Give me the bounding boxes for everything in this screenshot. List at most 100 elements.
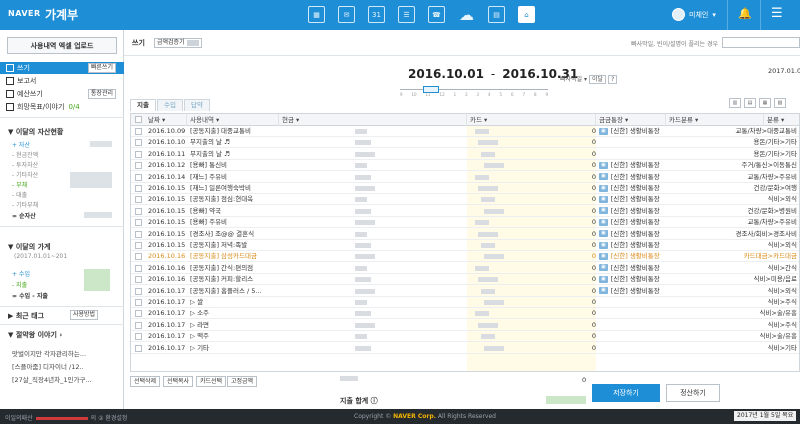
col-desc[interactable]: 사용내역 ▾ bbox=[187, 114, 279, 126]
table-row[interactable]: 2016.10.17 [공동지출] 홈플러스 / 5... 0 ▣ [신한] 생활비통장… bbox=[131, 286, 799, 297]
category-cell[interactable]: 식비>술/유흥 bbox=[661, 331, 799, 342]
table-row[interactable]: 2016.10.11 무지출의 날 ♬ 0 용돈/기타>기타 bbox=[131, 149, 799, 160]
desc-cell[interactable]: ▷ 소주 bbox=[187, 308, 279, 319]
row-checkbox[interactable] bbox=[135, 310, 142, 318]
date-cell[interactable]: 2016.10.16 bbox=[145, 251, 187, 262]
col-date[interactable]: 날짜 ▾ bbox=[145, 114, 187, 126]
category-cell[interactable]: 식비>기타 bbox=[661, 343, 799, 354]
category-cell[interactable]: 식비>주식 bbox=[661, 297, 799, 308]
select-all-checkbox[interactable] bbox=[135, 116, 142, 123]
category-cell[interactable]: 식비>간식 bbox=[661, 263, 799, 274]
date-cell[interactable]: 2016.10.11 bbox=[145, 149, 187, 160]
table-row[interactable]: 2016.10.17 ▷ 맥주 0 식비>술/유흥 bbox=[131, 331, 799, 343]
row-checkbox[interactable] bbox=[135, 185, 142, 192]
col-card-category[interactable]: 카드분류 ▾ bbox=[666, 114, 764, 126]
grid-view-icon[interactable]: ▦ bbox=[759, 98, 771, 108]
slider-month[interactable]: 10 bbox=[411, 92, 416, 97]
date-cell[interactable]: 2016.10.09 bbox=[145, 126, 187, 137]
table-row[interactable]: 2016.10.09 [공동지출] 대중교통비 0 ▣ [신한] 생활비통장 교통/차량>… bbox=[131, 126, 799, 137]
desc-cell[interactable]: [공동지출] 점심:현대옥 bbox=[187, 194, 279, 205]
save-button[interactable]: 저장하기 bbox=[592, 384, 660, 402]
row-checkbox[interactable] bbox=[135, 128, 142, 135]
table-row[interactable]: 2016.10.15 [용빠] 약국 0 ▣ [신한] 생활비통장 건강/문화>병원비 bbox=[131, 206, 799, 217]
row-checkbox[interactable] bbox=[135, 173, 142, 181]
date-cell[interactable]: 2016.10.17 bbox=[145, 343, 187, 354]
search-input[interactable] bbox=[722, 37, 800, 48]
table-row[interactable]: 2016.10.16 [공동지출] 커피:할리스 0 ▣ [신한] 생활비통장 식비>미용… bbox=[131, 274, 799, 286]
desc-cell[interactable]: [재느] 주유비 bbox=[187, 172, 279, 183]
desc-cell[interactable]: [용빠] 통신비 bbox=[187, 160, 279, 171]
bell-icon[interactable]: 🔔 bbox=[738, 7, 752, 20]
col-card[interactable]: 카드 ▾ bbox=[467, 114, 596, 126]
story-item[interactable]: 맛벌이지만 각자관리하는... bbox=[12, 348, 86, 358]
sidebar-item-budget[interactable]: 예산쓰기 통장관리 bbox=[0, 88, 124, 100]
story-item[interactable]: [스플아줌] 디자이너 /12.. bbox=[12, 361, 84, 371]
tab-transfer[interactable]: 답약 bbox=[183, 99, 210, 111]
tags-section-title[interactable]: ▶ 최근 태그 bbox=[8, 311, 44, 321]
slider-month[interactable]: 8 bbox=[534, 92, 537, 97]
print-icon[interactable]: ▧ bbox=[774, 98, 786, 108]
desc-cell[interactable]: ▷ 기타 bbox=[187, 343, 279, 354]
receipt-icon[interactable]: ▤ bbox=[488, 6, 505, 23]
date-cell[interactable]: 2016.10.17 bbox=[145, 286, 187, 297]
this-month-button[interactable]: 이달 bbox=[589, 75, 607, 84]
table-row[interactable]: 2016.10.16 [공동지출] 간식:편의점 0 ▣ [신한] 생활비통장 식비>간식 bbox=[131, 263, 799, 274]
story-item[interactable]: [27살_직장4년차_1인가구... bbox=[12, 374, 92, 384]
chart-view-icon[interactable]: ▥ bbox=[729, 98, 741, 108]
desc-cell[interactable]: [공동지출] 간식:편의점 bbox=[187, 263, 279, 274]
sidebar-item-report[interactable]: 보고서 bbox=[0, 75, 124, 87]
category-cell[interactable]: 주거/통신>이동통신 bbox=[661, 160, 799, 171]
category-cell[interactable]: 건강/문화>여행 bbox=[661, 183, 799, 194]
calendar-icon[interactable]: 31 bbox=[368, 6, 385, 23]
date-cell[interactable]: 2016.10.17 bbox=[145, 297, 187, 308]
row-checkbox[interactable] bbox=[135, 321, 142, 329]
slider-month[interactable]: 1 bbox=[454, 92, 457, 97]
category-cell[interactable]: 카드대금>카드대금 bbox=[661, 251, 799, 262]
row-checkbox[interactable] bbox=[135, 207, 142, 215]
date-cell[interactable]: 2016.10.17 bbox=[145, 331, 187, 342]
date-cell[interactable]: 2016.10.15 bbox=[145, 229, 187, 240]
slider-month[interactable]: 9 bbox=[545, 92, 548, 97]
date-cell[interactable]: 2016.10.16 bbox=[145, 274, 187, 285]
desc-cell[interactable]: 무지출의 날 ♬ bbox=[187, 137, 279, 148]
category-cell[interactable]: 식비>외식 bbox=[661, 286, 799, 297]
table-row[interactable]: 2016.10.10 무지출의 날 ♬ 0 용돈/기타>기타 bbox=[131, 137, 799, 149]
assets-section-title[interactable]: ▼ 이달의 자산현황 bbox=[8, 127, 63, 137]
category-cell[interactable]: 용돈/기타>기타 bbox=[661, 149, 799, 160]
row-checkbox[interactable] bbox=[135, 299, 142, 306]
tab-income[interactable]: 수입 bbox=[156, 99, 183, 111]
row-checkbox[interactable] bbox=[135, 139, 142, 147]
slider-month[interactable]: 3 bbox=[477, 92, 480, 97]
category-cell[interactable]: 식비>외식 bbox=[661, 240, 799, 251]
month-slider[interactable]: 9 10 11 12 1 2 3 4 5 6 7 8 9 bbox=[400, 86, 548, 98]
table-row[interactable]: 2016.10.15 [재느] 일론여행숙박비 0 ▣ [신한] 생활비통장 건강/문화>… bbox=[131, 183, 799, 194]
table-row[interactable]: 2016.10.15 [경조사] 조@@ 결혼식 0 ▣ [신한] 생활비통장 경조사/회… bbox=[131, 229, 799, 240]
date-range[interactable]: 2016.10.01-2016.10.31 bbox=[408, 67, 578, 81]
slider-month[interactable]: 4 bbox=[488, 92, 491, 97]
sidebar-item-goals[interactable]: 희망목표/이야기 0/4 bbox=[0, 101, 124, 113]
stories-section-title[interactable]: ▼ 절약왕 이야기 › bbox=[8, 330, 62, 340]
row-checkbox[interactable] bbox=[135, 287, 142, 295]
slider-month[interactable]: 9 bbox=[400, 92, 403, 97]
desc-cell[interactable]: [용빠] 약국 bbox=[187, 206, 279, 217]
tab-expense[interactable]: 지출 bbox=[130, 99, 156, 111]
table-row[interactable]: 2016.10.17 ▷ 소주 0 식비>술/유흥 bbox=[131, 308, 799, 320]
row-checkbox[interactable] bbox=[135, 162, 142, 170]
slider-month[interactable]: 6 bbox=[511, 92, 514, 97]
delete-selected-button[interactable]: 선택삭제 bbox=[130, 376, 161, 387]
date-cell[interactable]: 2016.10.15 bbox=[145, 194, 187, 205]
piggybank-icon[interactable]: ✉ bbox=[338, 6, 355, 23]
sidebar-item-write[interactable]: 쓰기 빠른쓰기 bbox=[0, 62, 124, 74]
desc-cell[interactable]: [공동지출] 대중교통비 bbox=[187, 126, 279, 137]
slider-month[interactable]: 11 bbox=[426, 92, 431, 97]
category-cell[interactable]: 교통/차량>대중교통비 bbox=[661, 126, 799, 137]
category-cell[interactable]: 용돈/기타>기타 bbox=[661, 137, 799, 148]
date-cell[interactable]: 2016.10.15 bbox=[145, 183, 187, 194]
category-cell[interactable]: 경조사/회비>경조사비 bbox=[661, 229, 799, 240]
desc-cell[interactable]: ▷ 맥주 bbox=[187, 331, 279, 342]
user-menu[interactable]: 미체인 ▾ bbox=[672, 8, 716, 21]
table-row[interactable]: 2016.10.16 [공동지출] 삼성카드대금 0 ▣ [신한] 생활비통장 카드대금>… bbox=[131, 251, 799, 263]
tag-help-button[interactable]: 사용방법 bbox=[70, 310, 99, 320]
date-cell[interactable]: 2016.10.15 bbox=[145, 240, 187, 251]
date-cell[interactable]: 2016.10.10 bbox=[145, 137, 187, 148]
